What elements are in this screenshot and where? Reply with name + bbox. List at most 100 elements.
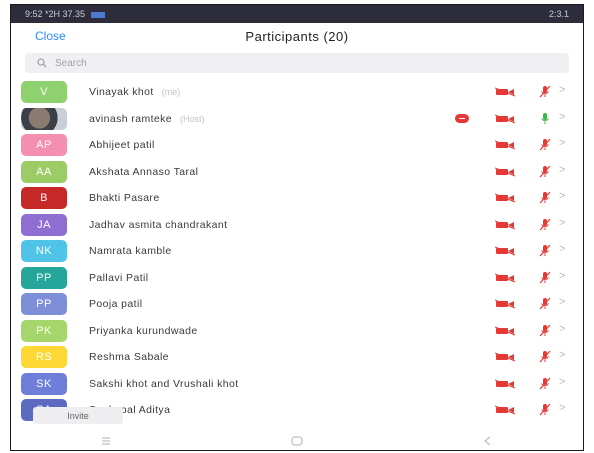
participant-actions: > [433, 291, 583, 318]
participant-row[interactable]: AP Abhijeet patil > [11, 132, 583, 159]
notification-icon [91, 11, 106, 18]
status-time: 9:52 *2H 37.35 [25, 9, 109, 19]
avatar: PK [21, 319, 67, 342]
mic-muted-icon[interactable] [538, 138, 552, 152]
mic-muted-icon[interactable] [538, 244, 552, 258]
video-off-icon[interactable] [495, 326, 515, 336]
chevron-right-icon[interactable]: > [559, 296, 565, 308]
avatar: NK [21, 240, 67, 263]
participant-name: Abhijeet patil [89, 139, 155, 152]
participant-actions: > [433, 265, 583, 292]
close-button[interactable]: Close [35, 29, 66, 43]
participant-actions: > [433, 185, 583, 212]
mic-muted-icon[interactable] [538, 191, 552, 205]
avatar: JA [21, 213, 67, 236]
phone-screen: 9:52 *2H 37.35 2:3.1 Close Participants … [10, 4, 584, 451]
participant-actions: > [433, 318, 583, 345]
participant-actions: > [433, 79, 583, 106]
chevron-right-icon[interactable]: > [559, 111, 565, 123]
participant-tag: (Host) [180, 113, 205, 124]
mic-muted-icon[interactable] [538, 324, 552, 338]
participant-row[interactable]: PP Pooja patil > [11, 291, 583, 318]
participant-name: Pallavi Patil [89, 271, 149, 284]
avatar: SK [21, 372, 67, 395]
participant-row[interactable]: RS Reshma Sabale > [11, 344, 583, 371]
video-off-icon[interactable] [495, 299, 515, 309]
avatar: PP [21, 293, 67, 316]
participant-tag: (me) [161, 87, 181, 98]
participant-row[interactable]: V Vinayak khot (me) > [11, 79, 583, 106]
participant-name: Bhakti Pasare [89, 192, 160, 205]
participant-actions: > [433, 371, 583, 398]
avatar: B [21, 187, 67, 210]
mic-on-icon[interactable] [538, 112, 552, 126]
video-off-icon[interactable] [495, 220, 515, 230]
chevron-right-icon[interactable]: > [559, 137, 565, 149]
page-title: Participants (20) [245, 28, 349, 44]
avatar: AA [21, 160, 67, 183]
video-off-icon[interactable] [495, 193, 515, 203]
invite-button[interactable]: Invite [33, 407, 123, 424]
chevron-right-icon[interactable]: > [559, 323, 565, 335]
participant-name: Namrata kamble [89, 245, 172, 258]
participant-name: Pooja patil [89, 298, 143, 311]
recent-apps-icon[interactable] [100, 435, 112, 447]
mic-muted-icon[interactable] [538, 350, 552, 364]
participant-actions: > [433, 238, 583, 265]
chevron-right-icon[interactable]: > [559, 217, 565, 229]
avatar [21, 107, 67, 130]
chevron-right-icon[interactable]: > [559, 270, 565, 282]
status-bar: 9:52 *2H 37.35 2:3.1 [11, 5, 583, 23]
search-icon [37, 58, 47, 68]
raise-hand-icon [455, 113, 469, 123]
mic-muted-icon[interactable] [538, 297, 552, 311]
participant-row[interactable]: NK Namrata kamble > [11, 238, 583, 265]
mic-muted-icon[interactable] [538, 165, 552, 179]
mic-muted-icon[interactable] [538, 218, 552, 232]
avatar: PP [21, 266, 67, 289]
participant-actions: > [433, 397, 583, 424]
participant-row[interactable]: AA Akshata Annaso Taral > [11, 159, 583, 186]
participant-actions: > [433, 344, 583, 371]
home-icon[interactable] [290, 435, 304, 447]
chevron-right-icon[interactable]: > [559, 402, 565, 414]
chevron-right-icon[interactable]: > [559, 349, 565, 361]
status-indicators: 2:3.1 [548, 9, 569, 19]
participant-row[interactable]: avinash ramteke (Host) > [11, 106, 583, 133]
participant-actions: > [433, 132, 583, 159]
mic-muted-icon[interactable] [538, 377, 552, 391]
chevron-right-icon[interactable]: > [559, 190, 565, 202]
participant-actions: > [433, 159, 583, 186]
chevron-right-icon[interactable]: > [559, 164, 565, 176]
video-off-icon[interactable] [495, 273, 515, 283]
participant-name: Akshata Annaso Taral [89, 165, 199, 178]
mic-muted-icon[interactable] [538, 85, 552, 99]
video-off-icon[interactable] [495, 379, 515, 389]
video-off-icon[interactable] [495, 87, 515, 97]
search-placeholder: Search [55, 57, 87, 69]
avatar: RS [21, 346, 67, 369]
participant-name: avinash ramteke [89, 112, 173, 125]
mic-muted-icon[interactable] [538, 271, 552, 285]
mic-muted-icon[interactable] [538, 403, 552, 417]
participant-row[interactable]: SK Sakshi khot and Vrushali khot > [11, 371, 583, 398]
participant-actions: > [433, 106, 583, 133]
participant-name: Reshma Sabale [89, 351, 169, 364]
participant-row[interactable]: PP Pallavi Patil > [11, 265, 583, 292]
participant-row[interactable]: PK Priyanka kurundwade > [11, 318, 583, 345]
video-off-icon[interactable] [495, 405, 515, 415]
android-nav-bar [11, 429, 583, 450]
video-off-icon[interactable] [495, 167, 515, 177]
video-off-icon[interactable] [495, 140, 515, 150]
participant-row[interactable]: B Bhakti Pasare > [11, 185, 583, 212]
participant-name: Jadhav asmita chandrakant [89, 218, 228, 231]
video-off-icon[interactable] [495, 114, 515, 124]
search-input[interactable]: Search [25, 53, 569, 73]
participant-row[interactable]: JA Jadhav asmita chandrakant > [11, 212, 583, 239]
chevron-right-icon[interactable]: > [559, 243, 565, 255]
chevron-right-icon[interactable]: > [559, 84, 565, 96]
video-off-icon[interactable] [495, 352, 515, 362]
video-off-icon[interactable] [495, 246, 515, 256]
chevron-right-icon[interactable]: > [559, 376, 565, 388]
back-icon[interactable] [482, 435, 494, 447]
